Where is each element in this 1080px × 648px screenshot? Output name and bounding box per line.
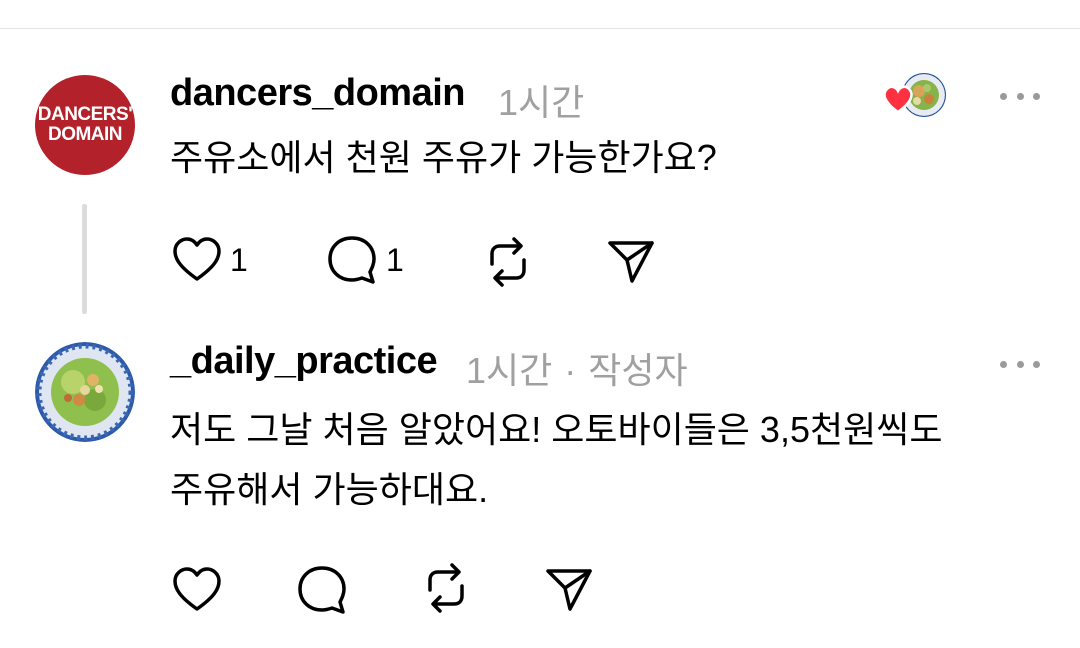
post-username[interactable]: dancers_domain bbox=[170, 72, 466, 115]
reply-like-button[interactable] bbox=[172, 566, 222, 614]
post-timestamp: 1시간 bbox=[498, 82, 585, 123]
heart-icon bbox=[173, 237, 221, 281]
avatar-daily-practice[interactable] bbox=[35, 342, 135, 442]
more-dot bbox=[1033, 92, 1040, 100]
reply-reply-button[interactable] bbox=[296, 564, 348, 616]
avatar-dancers-domain[interactable]: DANCERS' DOMAIN bbox=[35, 75, 135, 175]
more-dot bbox=[1016, 92, 1024, 100]
liked-by-avatar-icon bbox=[883, 73, 946, 117]
reply-repost-button[interactable] bbox=[420, 562, 472, 614]
reply-more-button[interactable] bbox=[1000, 358, 1040, 370]
heart-icon bbox=[173, 567, 221, 611]
reply-share-button[interactable] bbox=[544, 566, 594, 614]
send-icon bbox=[546, 569, 592, 611]
reply-text-line2: 주유해서 가능하대요. bbox=[170, 469, 489, 510]
comment-icon bbox=[328, 236, 376, 284]
comment-icon bbox=[298, 566, 346, 614]
reply-count: 1 bbox=[386, 241, 404, 278]
post-like-button[interactable]: 1 bbox=[172, 236, 248, 284]
more-dot bbox=[1000, 92, 1007, 100]
thread-line bbox=[82, 204, 87, 314]
liked-by-author-badge bbox=[882, 72, 948, 122]
author-label: 작성자 bbox=[588, 350, 688, 391]
more-dot bbox=[1016, 360, 1024, 368]
more-dot bbox=[1000, 360, 1007, 368]
repost-icon bbox=[428, 563, 464, 613]
send-icon bbox=[608, 241, 654, 283]
post-reply-button[interactable]: 1 bbox=[326, 234, 404, 286]
meta-separator: · bbox=[564, 350, 577, 391]
repost-icon bbox=[490, 237, 526, 287]
top-divider bbox=[0, 28, 1080, 29]
post-repost-button[interactable] bbox=[482, 236, 534, 288]
more-dot bbox=[1033, 360, 1040, 368]
salad-avatar-image bbox=[35, 342, 135, 442]
reply-username[interactable]: _daily_practice bbox=[170, 340, 438, 383]
post-more-button[interactable] bbox=[1000, 90, 1040, 102]
post-share-button[interactable] bbox=[606, 238, 656, 286]
reply-meta: 1시간 · 작성자 bbox=[466, 342, 688, 394]
reply-timestamp: 1시간 bbox=[466, 350, 553, 391]
like-count: 1 bbox=[230, 241, 248, 278]
avatar-logo-line1: DANCERS' bbox=[37, 104, 133, 125]
reply-text-line1: 저도 그날 처음 알았어요! 오토바이들은 3,5천원씩도 bbox=[170, 409, 943, 450]
avatar-logo-line2: DOMAIN bbox=[47, 124, 123, 145]
post-text: 주유소에서 천원 주유가 가능한가요? bbox=[170, 137, 717, 178]
